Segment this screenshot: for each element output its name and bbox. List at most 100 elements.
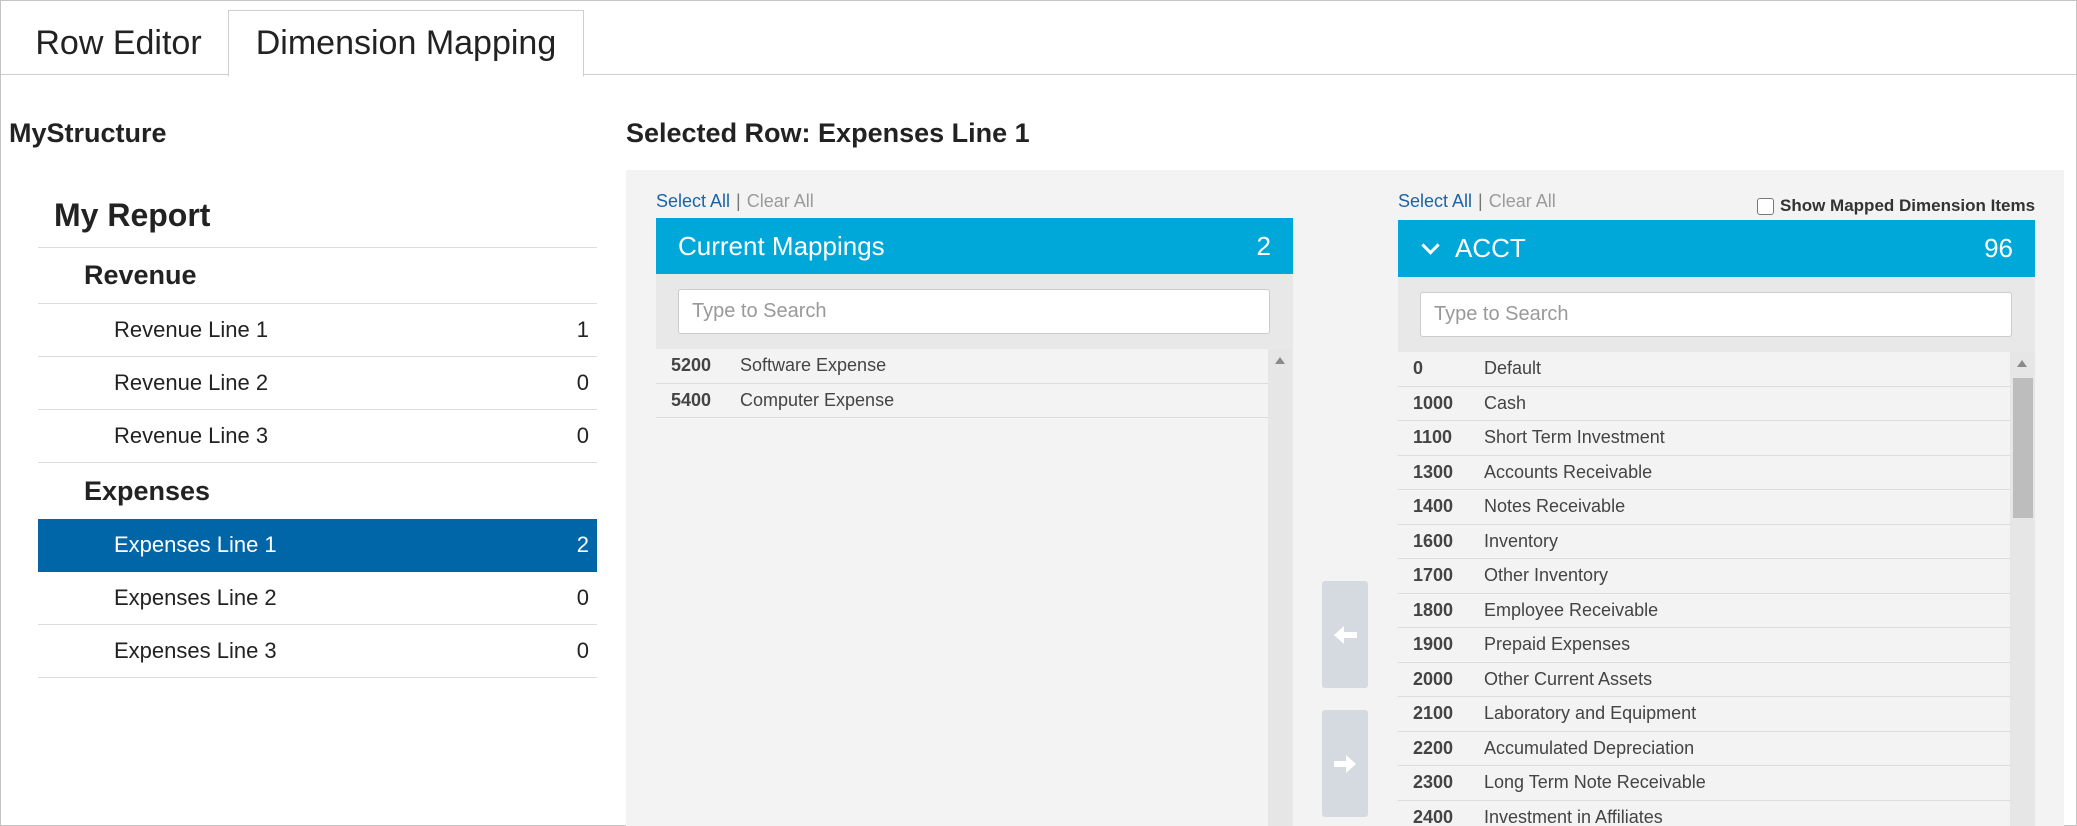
chevron-down-icon[interactable]: [1421, 236, 1440, 255]
row-label: Revenue Line 1: [114, 317, 269, 342]
report-tree: My Report Revenue Revenue Line 1 1 Reven…: [38, 183, 597, 678]
item-name: Employee Receivable: [1484, 599, 1659, 620]
item-code: 2100: [1413, 703, 1454, 724]
clear-all-link[interactable]: Clear All: [747, 191, 814, 211]
row-count: 2: [576, 532, 589, 557]
row-count: 1: [576, 317, 589, 342]
item-code: 0: [1413, 358, 1424, 379]
show-mapped-label: Show Mapped Dimension Items: [1780, 196, 2036, 215]
item-name: Accumulated Depreciation: [1484, 737, 1695, 758]
item-name: Prepaid Expenses: [1484, 634, 1631, 655]
row-label: Expenses Line 2: [114, 585, 277, 610]
list-item[interactable]: 1000 Cash: [1398, 387, 2010, 421]
current-mappings-count: 2: [1256, 230, 1271, 261]
item-code: 1600: [1413, 530, 1454, 551]
row-label: Expenses Line 3: [114, 638, 277, 663]
mappings-select-links: Select All | Clear All: [656, 191, 814, 212]
item-name: Laboratory and Equipment: [1484, 703, 1697, 724]
tab-dimension-mapping[interactable]: Dimension Mapping: [228, 10, 584, 77]
dimension-search-bar: [1398, 277, 2035, 352]
item-name: Cash: [1484, 392, 1527, 413]
list-item[interactable]: 1700 Other Inventory: [1398, 559, 2010, 594]
current-mappings-list: 5200 Software Expense 5400 Computer Expens…: [656, 349, 1268, 826]
tree-row-expenses-line-3[interactable]: Expenses Line 3 0: [38, 625, 597, 678]
list-item[interactable]: 2300 Long Term Note Receivable: [1398, 766, 2010, 801]
row-count: 0: [576, 638, 589, 663]
item-name: Accounts Receivable: [1484, 461, 1653, 482]
arrow-left-icon: [1334, 625, 1357, 644]
item-code: 5200: [671, 355, 712, 376]
row-label: Expenses Line 1: [114, 532, 277, 557]
clear-all-link[interactable]: Clear All: [1489, 191, 1556, 211]
item-code: 2000: [1413, 668, 1454, 689]
select-all-link[interactable]: Select All: [656, 191, 730, 211]
tab-bar: Row Editor Dimension Mapping: [1, 1, 2076, 77]
item-name: Other Inventory: [1484, 565, 1609, 586]
item-name: Investment in Affiliates: [1484, 806, 1663, 826]
item-name: Long Term Note Receivable: [1484, 772, 1706, 793]
select-all-link[interactable]: Select All: [1398, 191, 1472, 211]
dimension-items-list: 0 Default 1000 Cash 1100 Short Term Investm…: [1398, 352, 2010, 826]
dimension-count: 96: [1984, 233, 2013, 263]
dimension-select-links: Select All | Clear All: [1398, 191, 1556, 212]
scrollbar-thumb[interactable]: [2013, 378, 2033, 518]
list-item[interactable]: 2400 Investment in Affiliates: [1398, 801, 2010, 826]
list-item[interactable]: 1100 Short Term Investment: [1398, 421, 2010, 456]
scroll-up-icon[interactable]: [2017, 360, 2027, 367]
list-item[interactable]: 1800 Employee Receivable: [1398, 594, 2010, 628]
dimension-scrollbar[interactable]: [2010, 352, 2035, 826]
item-code: 1300: [1413, 461, 1454, 482]
tree-row-expenses-line-2[interactable]: Expenses Line 2 0: [38, 572, 597, 625]
show-mapped-checkbox[interactable]: [1757, 197, 1774, 215]
item-name: Computer Expense: [740, 389, 895, 410]
scroll-up-icon[interactable]: [1275, 357, 1285, 364]
tree-row-revenue-line-2[interactable]: Revenue Line 2 0: [38, 357, 597, 410]
current-mappings-title: Current Mappings: [678, 230, 885, 261]
structure-title: MyStructure: [9, 118, 167, 148]
list-item[interactable]: 2000 Other Current Assets: [1398, 663, 2010, 697]
list-item[interactable]: 1900 Prepaid Expenses: [1398, 628, 2010, 663]
item-code: 5400: [671, 389, 712, 410]
dimension-header[interactable]: ACCT 96: [1398, 220, 2035, 277]
mappings-scrollbar[interactable]: [1268, 349, 1293, 826]
dimension-search-input[interactable]: [1420, 292, 2012, 337]
list-item[interactable]: 1400 Notes Receivable: [1398, 490, 2010, 525]
row-count: 0: [576, 585, 589, 610]
item-code: 1000: [1413, 392, 1454, 413]
list-item[interactable]: 1600 Inventory: [1398, 525, 2010, 559]
list-item[interactable]: 5200 Software Expense: [656, 349, 1268, 384]
link-separator: |: [736, 191, 741, 211]
dimension-title: ACCT: [1455, 233, 1526, 263]
row-label: Revenue Line 2: [114, 370, 269, 395]
tab-row-editor[interactable]: Row Editor: [11, 11, 226, 75]
row-count: 0: [576, 423, 589, 448]
item-code: 1800: [1413, 599, 1454, 620]
show-mapped-toggle[interactable]: Show Mapped Dimension Items: [1757, 196, 2035, 216]
item-name: Software Expense: [740, 355, 887, 376]
item-code: 2300: [1413, 772, 1454, 793]
current-mappings-header: Current Mappings 2: [656, 218, 1293, 274]
row-count: 0: [576, 370, 589, 395]
list-item[interactable]: 5400 Computer Expense: [656, 384, 1268, 418]
list-item[interactable]: 2200 Accumulated Depreciation: [1398, 732, 2010, 766]
arrow-right-icon: [1334, 754, 1356, 773]
list-item[interactable]: 0 Default: [1398, 352, 2010, 387]
row-label: Revenue Line 3: [114, 423, 269, 448]
move-left-button[interactable]: [1322, 581, 1368, 688]
mappings-search-bar: [656, 274, 1293, 349]
item-code: 1700: [1413, 565, 1454, 586]
tree-row-revenue-line-3[interactable]: Revenue Line 3 0: [38, 410, 597, 463]
mappings-search-input[interactable]: [678, 289, 1270, 334]
item-name: Short Term Investment: [1484, 427, 1665, 448]
selected-row-title: Selected Row: Expenses Line 1: [626, 118, 1030, 148]
tree-row-revenue-line-1[interactable]: Revenue Line 1 1: [38, 304, 597, 357]
tree-row-expenses-line-1[interactable]: Expenses Line 1 2: [38, 519, 597, 572]
move-right-button[interactable]: [1322, 710, 1368, 817]
list-item[interactable]: 1300 Accounts Receivable: [1398, 456, 2010, 490]
item-code: 2200: [1413, 737, 1454, 758]
list-item[interactable]: 2100 Laboratory and Equipment: [1398, 697, 2010, 732]
item-code: 2400: [1413, 806, 1454, 826]
item-name: Default: [1484, 358, 1542, 379]
item-name: Other Current Assets: [1484, 668, 1653, 689]
item-name: Notes Receivable: [1484, 496, 1626, 517]
